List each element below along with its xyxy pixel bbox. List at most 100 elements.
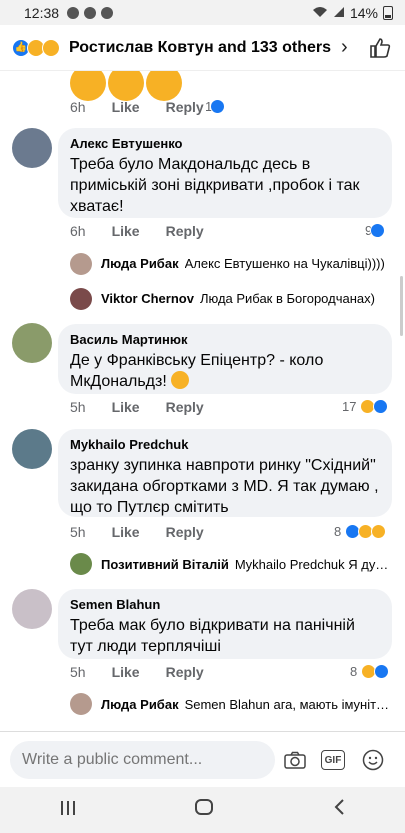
- reply-text: Люда Рибак в Богородчанах): [199, 291, 375, 306]
- reaction-count[interactable]: 9: [365, 223, 386, 238]
- facebook-icon: [101, 6, 114, 19]
- reaction-count-value: 17: [342, 399, 357, 414]
- avatar[interactable]: [70, 553, 92, 575]
- gif-label: GIF: [321, 750, 345, 770]
- avatar[interactable]: [12, 128, 52, 168]
- comment-input[interactable]: [22, 750, 263, 769]
- like-button[interactable]: Like: [112, 664, 140, 680]
- reaction-count[interactable]: 17: [342, 399, 389, 414]
- notification-icon: [84, 6, 97, 19]
- comment-input-wrapper[interactable]: [10, 740, 275, 779]
- android-nav-bar: [0, 787, 405, 833]
- comment-actions: 5h Like Reply: [70, 664, 204, 680]
- notification-icon: [67, 6, 80, 19]
- comment-time: 6h: [70, 223, 86, 239]
- rofl-emoji-icon: [108, 71, 144, 101]
- like-button[interactable]: Like: [112, 399, 140, 415]
- comment-composer: GIF: [0, 731, 405, 787]
- scrollbar[interactable]: [400, 276, 403, 336]
- reply-preview[interactable]: Люда Рибак Алекс Евтушенко на Чукалівці)…: [101, 256, 391, 271]
- comment-time: 5h: [70, 524, 86, 540]
- reply-preview[interactable]: Позитивний Віталій Mykhailo Predchuk Я д…: [101, 557, 391, 572]
- avatar[interactable]: [12, 589, 52, 629]
- battery-icon: [383, 5, 393, 20]
- comment-actions: 5h Like Reply: [70, 399, 204, 415]
- avatar[interactable]: [70, 693, 92, 715]
- comment-time: 6h: [70, 99, 86, 115]
- comment-actions: 6h Like Reply: [70, 99, 204, 115]
- avatar[interactable]: [12, 323, 52, 363]
- comment-actions: 6h Like Reply: [70, 223, 204, 239]
- comment-bubble: Mykhailo Predchuk зранку зупинка навпрот…: [58, 429, 392, 517]
- reply-author[interactable]: Позитивний Віталій: [101, 557, 229, 572]
- gif-button[interactable]: GIF: [321, 749, 345, 771]
- reply-author[interactable]: Люда Рибак: [101, 697, 179, 712]
- reply-preview[interactable]: Viktor Chernov Люда Рибак в Богородчанах…: [101, 291, 391, 306]
- reply-author[interactable]: Люда Рибак: [101, 256, 179, 271]
- reply-text: Алекс Евтушенко на Чукалівці)))): [184, 256, 385, 271]
- wow-reaction-icon: [42, 38, 60, 57]
- comment-bubble: Василь Мартинюк Де у Франківську Епіцент…: [58, 324, 392, 394]
- status-bar: 12:38 14%: [0, 0, 405, 25]
- signal-icon: [333, 5, 345, 21]
- like-reaction-icon: [373, 399, 389, 414]
- comments-feed[interactable]: 6h Like Reply 1 Алекс Евтушенко Треба бу…: [0, 71, 405, 731]
- comment-text: зранку зупинка навпроти ринку "Східний" …: [70, 457, 379, 516]
- reaction-emojis: [70, 71, 182, 101]
- sad-reaction-icon: [371, 524, 387, 539]
- comment-text: Де у Франківську Епіцентр? - коло МкДона…: [70, 350, 380, 392]
- comment-text-content: Де у Франківську Епіцентр? - коло МкДона…: [70, 352, 324, 390]
- reply-button[interactable]: Reply: [166, 399, 204, 415]
- comment-author[interactable]: Алекс Евтушенко: [70, 136, 380, 151]
- avatar[interactable]: [70, 253, 92, 275]
- like-post-button[interactable]: [367, 35, 393, 61]
- avatar[interactable]: [70, 288, 92, 310]
- comment-actions: 5h Like Reply: [70, 524, 204, 540]
- comment-text: Треба мак було відкривати на панічній ту…: [70, 617, 355, 655]
- like-button[interactable]: Like: [112, 524, 140, 540]
- home-button[interactable]: [194, 798, 214, 822]
- reactions-header[interactable]: 👍 Ростислав Ковтун and 133 others ›: [0, 25, 405, 71]
- comment-text: Треба було Макдональдс десь в приміській…: [70, 156, 360, 215]
- laughing-tears-emoji-icon: [146, 71, 182, 101]
- comment-bubble: Алекс Евтушенко Треба було Макдональдс д…: [58, 128, 392, 218]
- comment-author[interactable]: Semen Blahun: [70, 597, 380, 612]
- smile-emoji-icon: [171, 371, 190, 389]
- reply-text: Mykhailo Predchuk Я дум...: [234, 557, 391, 572]
- laughing-emoji-icon: [70, 71, 106, 101]
- comment-bubble: Semen Blahun Треба мак було відкривати н…: [58, 589, 392, 659]
- recent-apps-button[interactable]: [59, 799, 77, 822]
- like-button[interactable]: Like: [112, 223, 140, 239]
- reaction-count[interactable]: 8: [350, 664, 390, 679]
- reply-button[interactable]: Reply: [166, 664, 204, 680]
- reaction-count[interactable]: 8: [334, 524, 387, 539]
- reply-button[interactable]: Reply: [166, 99, 204, 115]
- comment-time: 5h: [70, 664, 86, 680]
- like-reaction-icon: [210, 99, 226, 114]
- like-button[interactable]: Like: [112, 99, 140, 115]
- wifi-icon: [312, 5, 328, 21]
- reaction-count-value: 8: [350, 664, 358, 679]
- battery-percent: 14%: [349, 4, 378, 21]
- thumbs-up-icon: [370, 37, 391, 58]
- status-time: 12:38: [24, 4, 60, 21]
- emoji-picker-icon[interactable]: [361, 749, 385, 771]
- reaction-count[interactable]: 1: [205, 99, 226, 114]
- avatar[interactable]: [12, 429, 52, 469]
- comment-time: 5h: [70, 399, 86, 415]
- comment-author[interactable]: Василь Мартинюк: [70, 332, 380, 347]
- camera-icon[interactable]: [283, 749, 307, 771]
- like-reaction-icon: [374, 664, 390, 679]
- back-button[interactable]: [332, 798, 346, 822]
- reply-button[interactable]: Reply: [166, 223, 204, 239]
- reply-preview[interactable]: Люда Рибак Semen Blahun ага, мають імуні…: [101, 697, 391, 712]
- reactors-summary[interactable]: Ростислав Ковтун and 133 others: [69, 39, 331, 57]
- like-reaction-icon: [370, 223, 386, 238]
- reaction-count-value: 8: [334, 524, 342, 539]
- reply-author[interactable]: Viktor Chernov: [101, 291, 194, 306]
- chevron-right-icon[interactable]: ›: [341, 36, 348, 59]
- reaction-icons: 👍: [12, 38, 60, 57]
- reply-button[interactable]: Reply: [166, 524, 204, 540]
- comment-author[interactable]: Mykhailo Predchuk: [70, 437, 380, 452]
- reply-text: Semen Blahun ага, мають імуніте...: [184, 697, 391, 712]
